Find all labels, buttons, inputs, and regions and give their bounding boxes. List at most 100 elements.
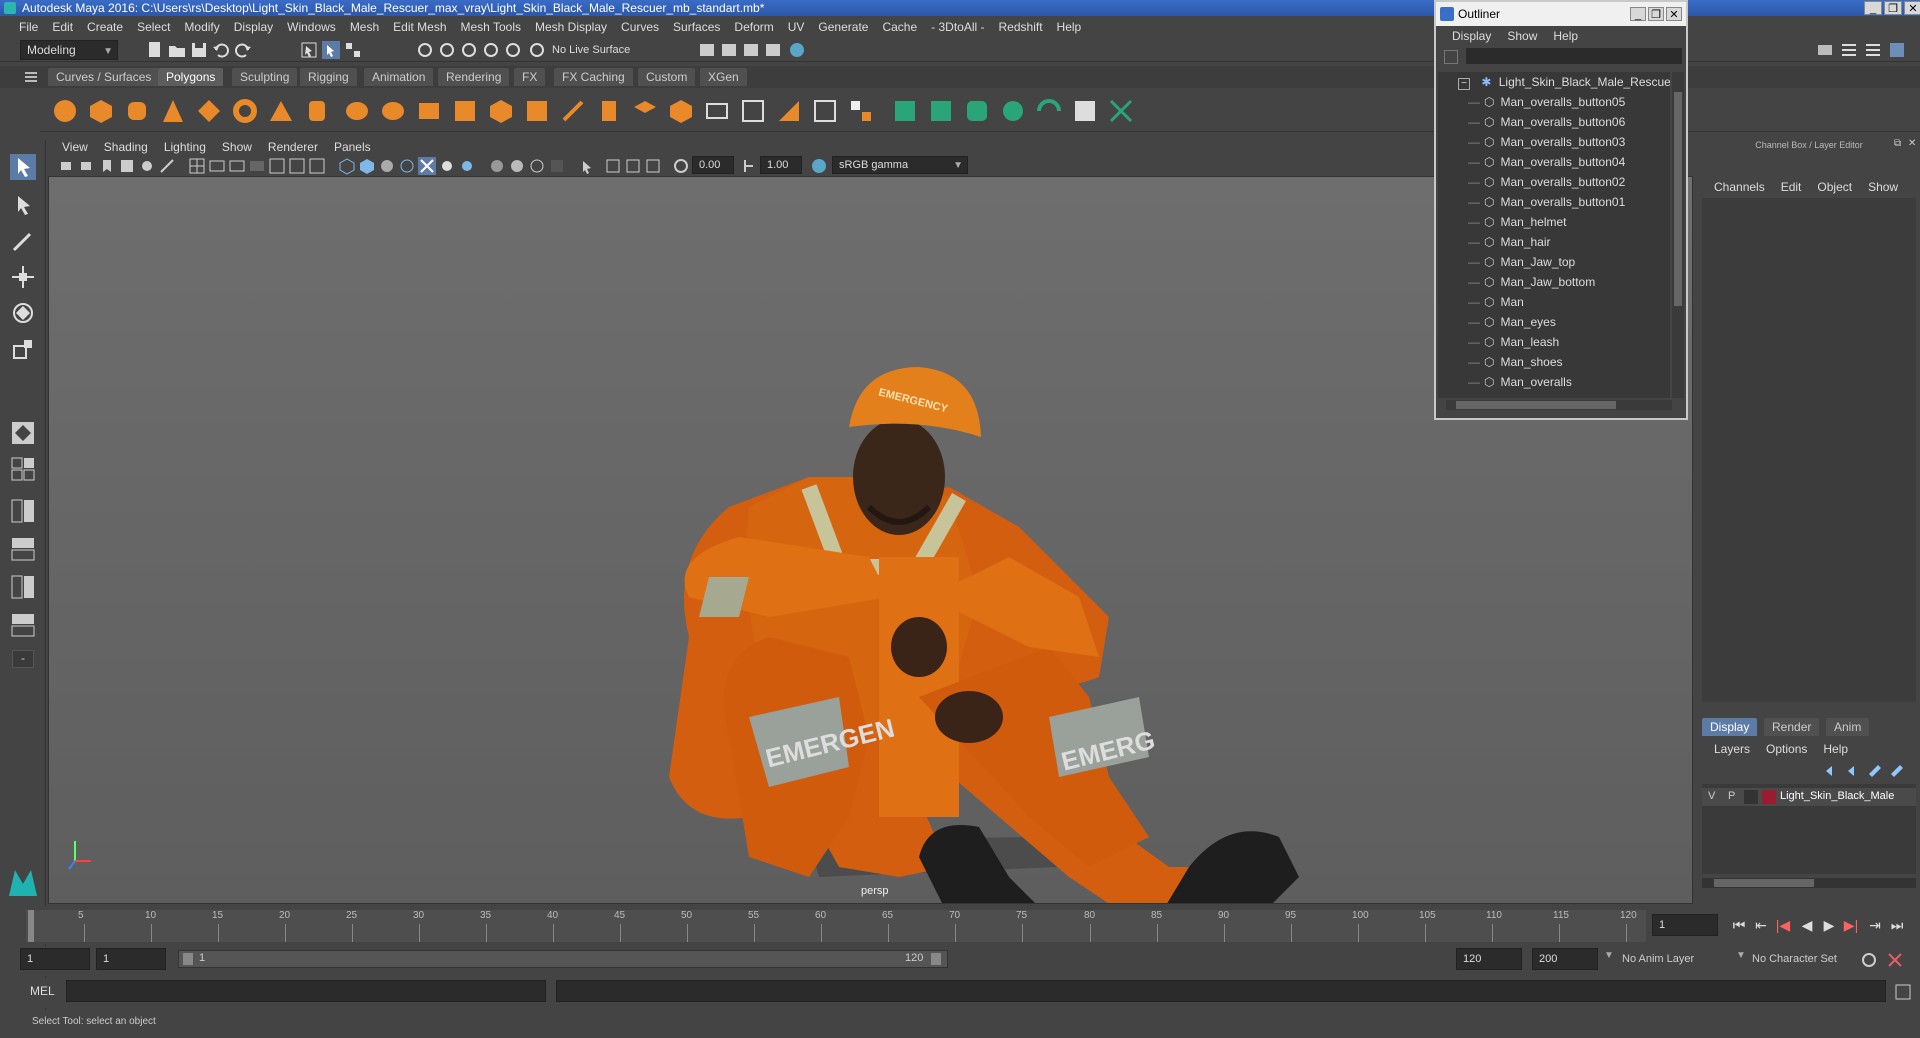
select-tool-icon[interactable]	[10, 154, 36, 180]
extract-icon[interactable]	[416, 98, 442, 124]
multisample-aa-icon[interactable]	[528, 157, 546, 175]
channel-menu-channels[interactable]: Channels	[1706, 178, 1773, 196]
outliner-search-input[interactable]	[1466, 48, 1682, 64]
outliner-item[interactable]: — ⬡ Man_overalls_button01	[1468, 192, 1625, 212]
camera-attributes-icon[interactable]	[78, 157, 96, 175]
layer-menu-layers[interactable]: Layers	[1706, 740, 1758, 758]
two-view-layout-icon[interactable]	[10, 498, 36, 524]
time-slider[interactable]: 1510152025303540455055606570758085909510…	[0, 906, 1920, 944]
unfold-icon[interactable]	[1036, 98, 1062, 124]
smooth-icon[interactable]	[452, 98, 478, 124]
shelf-menu-icon[interactable]	[22, 68, 40, 86]
close-button[interactable]: ✕	[1904, 1, 1920, 15]
outliner-layout-icon[interactable]	[10, 536, 36, 562]
current-frame-field[interactable]: 1	[1652, 914, 1718, 936]
ipr-render-icon[interactable]	[742, 41, 760, 59]
layer-color-swatch[interactable]	[1762, 790, 1776, 804]
snap-projected-icon[interactable]	[482, 41, 500, 59]
screen-space-ao-icon[interactable]	[488, 157, 506, 175]
viewport-menu-panels[interactable]: Panels	[326, 138, 379, 156]
current-time-marker[interactable]	[28, 910, 34, 942]
grease-pencil-icon[interactable]	[158, 157, 176, 175]
exposure-field[interactable]: 0.00	[692, 156, 734, 174]
render-frame-icon[interactable]	[720, 41, 738, 59]
shelf-tab-curves-surfaces[interactable]: Curves / Surfaces	[48, 68, 160, 86]
poly-cube-icon[interactable]	[88, 98, 114, 124]
shelf-tab-fx[interactable]: FX	[514, 68, 546, 86]
collapse-icon[interactable]	[776, 98, 802, 124]
spherical-map-icon[interactable]	[1000, 98, 1026, 124]
outliner-item[interactable]: — ⬡ Man_shoes	[1468, 352, 1563, 372]
menu-select[interactable]: Select	[130, 20, 177, 34]
mode-selector[interactable]: Modeling ▼	[20, 40, 118, 60]
outliner-hscroll-thumb[interactable]	[1456, 401, 1616, 409]
grid-toggle-icon[interactable]	[188, 157, 206, 175]
outliner-item[interactable]: — ⬡ Man_Jaw_top	[1468, 252, 1575, 272]
layer-hscroll-thumb[interactable]	[1714, 879, 1814, 887]
textured-icon[interactable]	[418, 157, 436, 175]
close-panel-icon[interactable]: ✕	[1908, 138, 1916, 149]
new-layer-selected-icon[interactable]	[1888, 762, 1906, 780]
outliner-item[interactable]: — ⬡ Man_overalls_button04	[1468, 152, 1625, 172]
attribute-editor-icon[interactable]	[1840, 41, 1858, 59]
layer-playback-toggle[interactable]: P	[1728, 790, 1735, 802]
shelf-tab-rigging[interactable]: Rigging	[300, 68, 357, 86]
depth-of-field-icon[interactable]	[548, 157, 566, 175]
wireframe-on-shaded-icon[interactable]	[398, 157, 416, 175]
range-start-handle[interactable]	[183, 953, 193, 965]
open-scene-icon[interactable]	[168, 41, 186, 59]
step-back-frame-icon[interactable]: |◀	[1774, 916, 1792, 934]
live-surface-label[interactable]: No Live Surface	[552, 41, 652, 59]
extrude-icon[interactable]	[560, 98, 586, 124]
shelf-tab-polygons[interactable]: Polygons	[158, 68, 224, 86]
hypershade-layout-icon[interactable]	[10, 612, 36, 638]
menu-modify[interactable]: Modify	[177, 20, 226, 34]
menu-help[interactable]: Help	[1050, 20, 1089, 34]
custom-layout-button[interactable]: -	[12, 650, 34, 668]
time-ruler[interactable]: 1510152025303540455055606570758085909510…	[26, 910, 1646, 942]
minimize-button[interactable]: _	[1864, 1, 1882, 15]
layer-tab-anim[interactable]: Anim	[1826, 718, 1870, 736]
rotate-tool-icon[interactable]	[10, 300, 36, 326]
poly-sphere-icon[interactable]	[52, 98, 78, 124]
viewport-menu-view[interactable]: View	[54, 138, 96, 156]
animation-end-field[interactable]: 200	[1532, 948, 1598, 970]
paint-select-tool-icon[interactable]	[10, 228, 36, 254]
bridge-icon[interactable]	[524, 98, 550, 124]
outliner-menu-help[interactable]: Help	[1545, 26, 1586, 46]
2d-pan-zoom-icon[interactable]	[138, 157, 156, 175]
layer-type-toggle[interactable]	[1744, 790, 1758, 804]
shelf-tab-fx-caching[interactable]: FX Caching	[554, 68, 633, 86]
layer-visibility-toggle[interactable]: V	[1708, 790, 1715, 802]
uv-editor-icon[interactable]	[892, 98, 918, 124]
menu-deform[interactable]: Deform	[727, 20, 780, 34]
tool-settings-icon[interactable]	[1864, 41, 1882, 59]
undo-icon[interactable]	[212, 41, 230, 59]
outliner-close-button[interactable]: ✕	[1666, 7, 1682, 21]
poly-torus-icon[interactable]	[232, 98, 258, 124]
range-bar[interactable]: 1 120	[178, 950, 948, 968]
bevel-icon[interactable]	[488, 98, 514, 124]
xray-joints-icon[interactable]	[644, 157, 662, 175]
mirror-icon[interactable]	[848, 98, 874, 124]
shelf-tab-xgen[interactable]: XGen	[700, 68, 747, 86]
use-all-lights-icon[interactable]	[438, 157, 456, 175]
select-by-component-icon[interactable]	[344, 41, 362, 59]
menu-file[interactable]: File	[12, 20, 45, 34]
merge-icon[interactable]	[812, 98, 838, 124]
poly-cone-icon[interactable]	[160, 98, 186, 124]
step-forward-frame-icon[interactable]: ▶|	[1842, 916, 1860, 934]
outliner-root-row[interactable]: − ✱ Light_Skin_Black_Male_Rescuer_r	[1458, 72, 1670, 92]
playback-end-field[interactable]: 120	[1456, 948, 1522, 970]
image-plane-icon[interactable]	[118, 157, 136, 175]
four-view-layout-icon[interactable]	[10, 456, 36, 482]
outliner-restore-button[interactable]: ❐	[1648, 7, 1664, 21]
shelf-tab-sculpting[interactable]: Sculpting	[232, 68, 298, 86]
menu-create[interactable]: Create	[80, 20, 130, 34]
outliner-item[interactable]: — ⬡ Man_leash	[1468, 332, 1559, 352]
color-management-icon[interactable]	[810, 157, 828, 175]
outliner-item[interactable]: — ⬡ Man_overalls_button03	[1468, 132, 1625, 152]
viewport-menu-renderer[interactable]: Renderer	[260, 138, 326, 156]
select-by-hierarchy-icon[interactable]	[300, 41, 318, 59]
auto-key-icon[interactable]	[1860, 951, 1878, 969]
